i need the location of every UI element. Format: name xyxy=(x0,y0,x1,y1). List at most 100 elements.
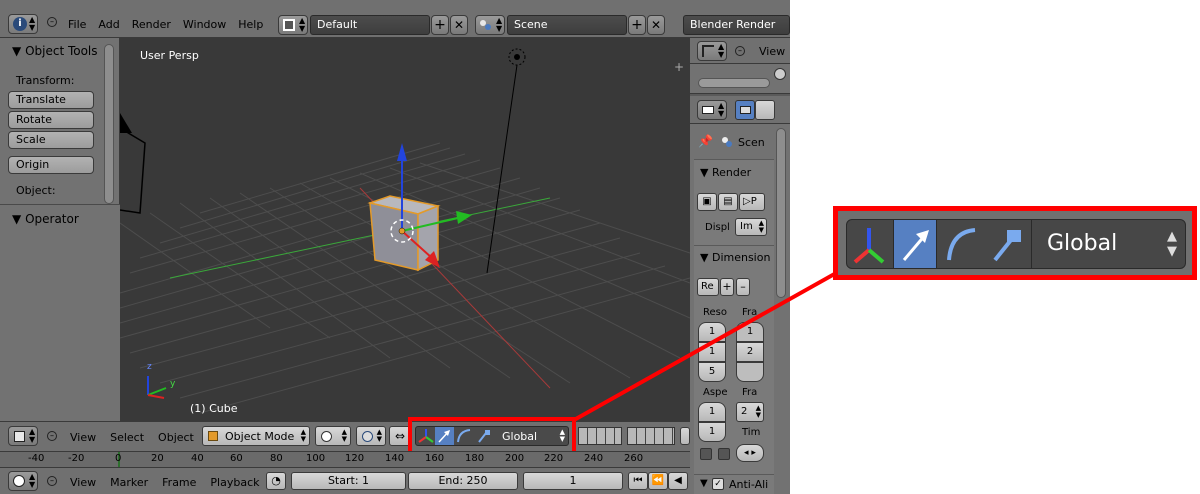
zoom-orientation-label[interactable]: Global xyxy=(1047,231,1117,256)
shelf-scrollbar[interactable] xyxy=(104,44,114,204)
play-reverse-icon[interactable]: ◀ xyxy=(668,472,688,490)
render-context-tab[interactable] xyxy=(735,100,755,120)
render-still-button[interactable]: ▣ xyxy=(697,193,717,211)
viewport-expand-icon[interactable]: + xyxy=(674,60,684,74)
menu-playback[interactable]: Playback xyxy=(210,476,259,489)
crop-checkbox[interactable] xyxy=(718,448,730,460)
render-preset-select[interactable]: Re xyxy=(697,278,719,296)
menu-file[interactable]: File xyxy=(68,18,86,31)
menu-frame[interactable]: Frame xyxy=(162,476,196,489)
render-audio-button[interactable]: ▷P xyxy=(739,193,765,211)
object-label: Object: xyxy=(16,184,56,197)
shading-select[interactable]: ▲ ▼ xyxy=(315,426,351,446)
scene-name-field[interactable]: Scene xyxy=(507,15,627,35)
resolution-x-field[interactable]: 1 xyxy=(698,322,726,342)
layout-name-field[interactable]: Default xyxy=(310,15,430,35)
translate-button[interactable]: Translate xyxy=(8,91,94,109)
anti-alias-panel[interactable]: ▼ ✓ Anti-Ali xyxy=(694,474,774,494)
menu-view[interactable]: View xyxy=(70,431,96,444)
add-scene-icon[interactable]: + xyxy=(628,15,646,35)
frame-rate-label: Fra xyxy=(742,387,758,398)
add-layout-icon[interactable]: + xyxy=(431,15,449,35)
3d-viewport[interactable]: User Persp (1) Cube z y + xyxy=(120,38,690,421)
manipulator-highlight-box xyxy=(408,417,576,455)
menu-add[interactable]: Add xyxy=(98,18,119,31)
outliner-scrollbar[interactable] xyxy=(698,78,770,88)
anti-alias-checkbox[interactable]: ✓ xyxy=(712,478,724,490)
frame-step-field[interactable] xyxy=(736,362,764,382)
scene-selector[interactable]: ▲ ▼ xyxy=(475,15,505,35)
remove-layout-icon[interactable]: ✕ xyxy=(450,15,468,35)
frame-start-field[interactable]: 1 xyxy=(736,322,764,342)
origin-button[interactable]: Origin xyxy=(8,156,94,174)
zoom-scale-manipulator-icon[interactable] xyxy=(985,220,1029,269)
outliner-editor-type[interactable]: ▲ ▼ xyxy=(697,41,727,61)
object-tools-header[interactable]: ▼ Object Tools xyxy=(12,44,98,58)
scale-button[interactable]: Scale xyxy=(8,131,94,149)
timeline-editor-type[interactable]: ▲ ▼ xyxy=(8,471,38,491)
menu-window[interactable]: Window xyxy=(183,18,226,31)
end-frame-field[interactable]: End: 250 xyxy=(408,472,518,490)
properties-scrollbar[interactable] xyxy=(776,128,786,298)
collapse-menu-icon[interactable]: – xyxy=(47,431,57,441)
grid-line xyxy=(129,222,601,354)
display-select[interactable]: Im ▲ ▼ xyxy=(735,218,767,236)
menu-render[interactable]: Render xyxy=(132,18,171,31)
ruler-tick: 220 xyxy=(544,453,564,464)
mode-select[interactable]: Object Mode ▲ ▼ xyxy=(202,426,310,446)
zoom-translate-manipulator-icon[interactable] xyxy=(893,220,937,268)
render-animation-button[interactable]: ▤ xyxy=(718,193,738,211)
layer-buttons-b[interactable] xyxy=(627,427,675,445)
zoom-rotate-manipulator-icon[interactable] xyxy=(939,220,983,269)
current-frame-field[interactable]: 1 xyxy=(523,472,623,490)
remove-scene-icon[interactable]: ✕ xyxy=(647,15,665,35)
menu-select[interactable]: Select xyxy=(110,431,144,444)
aspect-x-field[interactable]: 1 xyxy=(698,402,726,422)
add-preset-icon[interactable]: + xyxy=(720,278,734,296)
menu-marker[interactable]: Marker xyxy=(110,476,148,489)
collapse-menu-icon[interactable]: – xyxy=(47,476,57,486)
timeline-ruler[interactable]: -40 -20 0 20 40 60 80 100 120 140 160 18… xyxy=(0,451,690,468)
menu-help[interactable]: Help xyxy=(238,18,263,31)
border-checkbox[interactable] xyxy=(700,448,712,460)
jump-start-icon[interactable]: ⏮ xyxy=(628,472,648,490)
editor-type-button[interactable]: i ▲ ▼ xyxy=(8,14,38,34)
menu-view[interactable]: View xyxy=(70,476,96,489)
operator-panel xyxy=(0,204,120,421)
pivot-icon xyxy=(362,431,373,442)
layout-selector[interactable]: ▲ ▼ xyxy=(278,15,308,35)
layer-buttons-a[interactable] xyxy=(578,427,622,445)
rotate-button[interactable]: Rotate xyxy=(8,111,94,129)
header-overflow-button[interactable] xyxy=(680,427,690,445)
operator-header[interactable]: ▼ Operator xyxy=(12,212,79,226)
zoom-axis-manipulator-icon[interactable] xyxy=(847,220,891,269)
time-remap-field[interactable]: ◂ ▸ xyxy=(736,444,764,462)
frame-end-field[interactable]: 2 xyxy=(736,342,764,362)
resolution-y-field[interactable]: 1 xyxy=(698,342,726,362)
pivot-select[interactable]: ▲ ▼ xyxy=(356,426,386,446)
mini-axis-z-label: z xyxy=(147,362,152,372)
render-engine-select[interactable]: Blender Render xyxy=(683,15,790,35)
cube-left xyxy=(369,202,419,271)
collapse-menu-icon[interactable]: – xyxy=(47,17,57,27)
resolution-percent-field[interactable]: 5 xyxy=(698,362,726,382)
outliner-view-menu[interactable]: View xyxy=(759,45,785,58)
aspect-y-field[interactable]: 1 xyxy=(698,422,726,442)
collapse-menu-icon[interactable]: – xyxy=(735,46,745,56)
render-panel-header[interactable]: ▼ Render xyxy=(700,166,751,179)
start-frame-field[interactable]: Start: 1 xyxy=(291,472,406,490)
menu-object[interactable]: Object xyxy=(158,431,194,444)
display-value: Im xyxy=(740,221,753,232)
outliner-toggle-icon[interactable] xyxy=(774,68,786,80)
dimensions-panel-header[interactable]: ▼ Dimension xyxy=(700,251,770,264)
frame-rate-select[interactable]: 2 ▲ ▼ xyxy=(736,402,764,422)
pin-icon[interactable]: 📌 xyxy=(698,134,713,148)
chevron-icon: ▲ ▼ xyxy=(29,15,36,32)
view3d-editor-type[interactable]: ▲ ▼ xyxy=(8,426,38,446)
outliner-body[interactable] xyxy=(690,64,790,94)
render-layers-tab[interactable] xyxy=(755,100,775,120)
preview-range-icon[interactable]: ◔ xyxy=(266,472,286,490)
remove-preset-icon[interactable]: – xyxy=(736,278,750,296)
properties-editor-type[interactable]: ▲ ▼ xyxy=(697,100,727,120)
prev-keyframe-icon[interactable]: ⏪ xyxy=(648,472,668,490)
